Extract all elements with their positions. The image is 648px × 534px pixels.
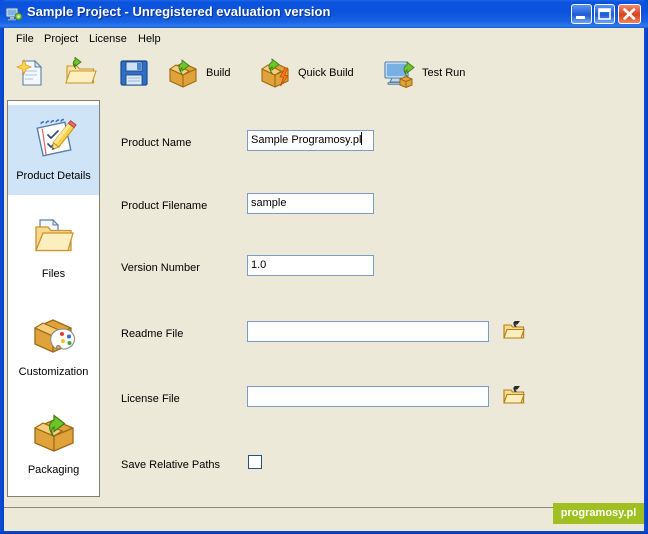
open-project-button[interactable] [65,53,97,93]
product-name-label: Product Name [121,137,192,149]
version-number-label: Version Number [121,262,200,274]
sidebar-item-customization-label: Customization [18,366,89,378]
window-title: Sample Project - Unregistered evaluation… [27,4,331,19]
sidebar-item-packaging-label: Packaging [27,464,80,476]
folder-document-icon [30,213,78,261]
field-row-save-relative-paths: Save Relative Paths [104,452,644,482]
client-area: Product Details Files Customization Pack… [4,97,644,507]
application-window: Sample Project - Unregistered evaluation… [0,0,648,534]
field-row-license-file: License File [104,386,644,416]
field-row-version-number: Version Number 1.0 [104,255,644,285]
product-name-input[interactable]: Sample Programosy.pl [247,130,374,151]
license-file-browse-button[interactable] [503,386,525,406]
field-row-product-filename: Product Filename sample [104,193,644,223]
status-bar [4,507,644,531]
license-file-label: License File [121,393,180,405]
menu-bar: File Project License Help [4,28,644,49]
sidebar-item-product-details-label: Product Details [16,170,91,182]
save-relative-paths-checkbox[interactable] [248,455,262,469]
test-run-monitor-icon [383,57,415,89]
build-box-icon [167,57,199,89]
sidebar-item-files[interactable]: Files [8,203,99,293]
product-details-form: Product Name Sample Programosy.pl Produc… [104,97,644,507]
new-project-button[interactable] [14,53,46,93]
readme-file-browse-button[interactable] [503,321,525,341]
readme-file-input[interactable] [247,321,489,342]
box-arrow-icon [30,409,78,457]
menu-item-license[interactable]: License [85,32,131,46]
sidebar-item-packaging[interactable]: Packaging [8,399,99,489]
test-run-button-label: Test Run [422,67,466,79]
product-filename-value: sample [251,197,287,209]
field-row-product-name: Product Name Sample Programosy.pl [104,130,644,160]
menu-item-project[interactable]: Project [40,32,82,46]
test-run-button[interactable]: Test Run [383,53,465,93]
save-floppy-icon [118,57,150,89]
window-frame-right [644,28,648,534]
product-filename-input[interactable]: sample [247,193,374,214]
quick-build-box-icon [259,57,291,89]
quick-build-button-label: Quick Build [298,67,354,79]
navigation-sidebar: Product Details Files Customization Pack… [7,100,100,497]
new-document-icon [14,57,46,89]
field-row-readme-file: Readme File [104,321,644,351]
build-button[interactable]: Build [167,53,230,93]
box-palette-icon [30,311,78,359]
title-bar[interactable]: Sample Project - Unregistered evaluation… [0,0,648,28]
close-button[interactable] [618,4,641,24]
save-relative-paths-label: Save Relative Paths [121,459,221,471]
sidebar-item-files-label: Files [41,268,66,280]
sidebar-item-customization[interactable]: Customization [8,301,99,391]
menu-item-file[interactable]: File [12,32,38,46]
version-number-input[interactable]: 1.0 [247,255,374,276]
maximize-button[interactable] [594,4,615,24]
product-filename-label: Product Filename [121,200,208,212]
license-file-input[interactable] [247,386,489,407]
programosy-watermark: programosy.pl [553,503,644,524]
sidebar-item-product-details[interactable]: Product Details [8,105,99,195]
quick-build-button[interactable]: Quick Build [259,53,354,93]
text-caret [361,132,363,145]
version-number-value: 1.0 [251,259,267,271]
toolbar: Build Quick Build Test Run [4,49,644,98]
readme-file-label: Readme File [121,328,184,340]
app-icon [5,5,23,23]
minimize-button[interactable] [571,4,592,24]
open-folder-icon [65,56,97,89]
product-name-value: Sample Programosy.pl [251,134,362,146]
notepad-pencil-icon [30,115,78,163]
save-project-button[interactable] [118,53,150,93]
build-button-label: Build [206,67,231,79]
menu-item-help[interactable]: Help [134,32,165,46]
